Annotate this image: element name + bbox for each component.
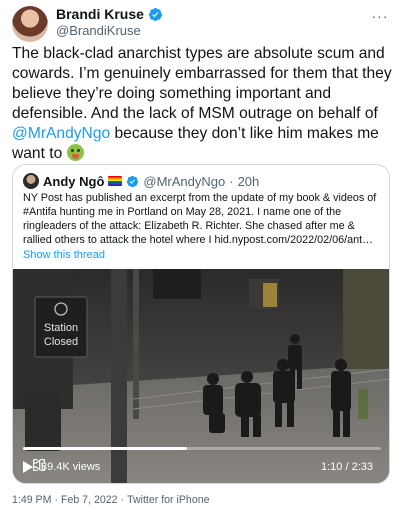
quoted-tweet-text: NY Post has published an excerpt from th… [23,192,377,246]
separator: · [120,494,125,506]
quoted-author-name: Andy Ngô [43,173,105,189]
video-time: 1:10 / 2:33 [321,461,373,473]
separator: · [229,173,234,189]
verified-badge-icon [127,175,139,187]
more-options-icon[interactable]: ··· [370,6,390,26]
video-progress-bar[interactable] [23,447,381,450]
sign-text-line1: Station [44,322,78,334]
separator: · [54,494,58,506]
tweet: Brandi Kruse @BrandiKruse ··· The black-… [0,0,402,516]
quoted-tweet[interactable]: Andy Ngô @MrAndyNgo · 20h NY Post has pu… [12,164,390,484]
video-frame: Station Closed [13,269,389,483]
rainbow-flag-icon [108,176,123,186]
quoted-tweet-header: Andy Ngô @MrAndyNgo · 20h [23,173,259,189]
author-name[interactable]: Brandi Kruse [56,6,144,22]
video-progress-fill [23,447,187,450]
verified-badge-icon [148,7,162,21]
author-row: Brandi Kruse [56,6,163,22]
tweet-source[interactable]: Twitter for iPhone [127,494,209,506]
tweet-text-part: The black-clad anarchist types are absol… [12,45,392,122]
video-controls: 89.4K views 1:10 / 2:33 [23,457,381,477]
quoted-author-handle: @MrAndyNgo [143,173,226,189]
tweet-time[interactable]: 1:49 PM [12,494,51,506]
fullscreen-icon[interactable] [31,457,47,473]
tweet-date[interactable]: Feb 7, 2022 [61,494,118,506]
sign-text-line2: Closed [44,336,78,348]
video-player[interactable]: Station Closed 89.4K views 1:10 / 2:33 [13,269,389,483]
tweet-metadata: 1:49 PM · Feb 7, 2022 · Twitter for iPhone [12,494,210,506]
view-count: 89.4K views [41,461,101,473]
mention-link[interactable]: @MrAndyNgo [12,125,110,142]
nauseated-face-icon [66,144,84,161]
quoted-avatar [23,173,39,189]
author-handle[interactable]: @BrandiKruse [56,23,141,38]
quoted-timestamp: 20h [237,173,260,189]
avatar[interactable] [12,6,48,42]
tweet-text: The black-clad anarchist types are absol… [12,44,394,164]
show-thread-link[interactable]: Show this thread [23,249,105,261]
